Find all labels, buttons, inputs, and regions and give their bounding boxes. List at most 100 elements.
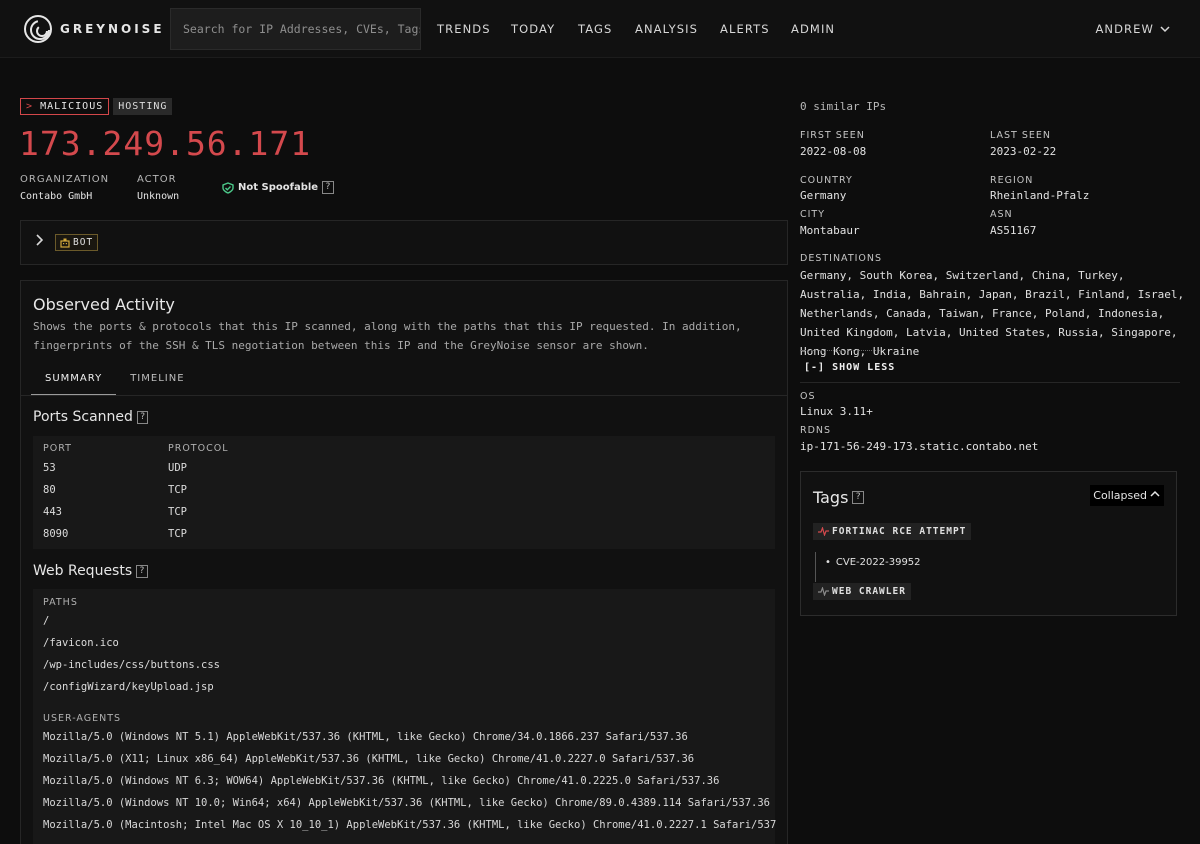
divider bbox=[800, 382, 1180, 383]
tag-fortinac-rce[interactable]: FORTINAC RCE ATTEMPT bbox=[813, 523, 972, 540]
user-agents-header: USER-AGENTS bbox=[43, 713, 122, 724]
path-item: /wp-includes/css/buttons.css bbox=[43, 659, 221, 671]
port-cell: 53 bbox=[43, 462, 56, 474]
greynoise-logo[interactable]: GREYNOISE bbox=[24, 12, 165, 46]
user-agent-item: Mozilla/5.0 (Windows NT 6.3; WOW64) Appl… bbox=[43, 775, 720, 787]
tags-title-label: Tags bbox=[813, 488, 849, 507]
brand-name: GREYNOISE bbox=[60, 22, 165, 36]
help-icon[interactable]: ? bbox=[136, 410, 149, 424]
user-agent-item: Mozilla/5.0 (Macintosh; Intel Mac OS X 1… bbox=[43, 819, 777, 831]
rdns-value: ip-171-56-249-173.static.contabo.net bbox=[800, 440, 1039, 453]
ports-table: PORT PROTOCOL 53 UDP 80 TCP 443 TCP 8090… bbox=[33, 436, 775, 549]
malicious-label: MALICIOUS bbox=[40, 101, 104, 112]
web-requests-label: Web Requests bbox=[33, 563, 133, 579]
nav-alerts[interactable]: ALERTS bbox=[720, 22, 770, 36]
asn-value: AS51167 bbox=[990, 224, 1037, 237]
nav-admin[interactable]: ADMIN bbox=[791, 22, 835, 36]
path-item: /favicon.ico bbox=[43, 637, 119, 649]
region-label: REGION bbox=[990, 175, 1034, 186]
greynoise-logo-icon bbox=[24, 15, 52, 43]
tags-panel: Tags ? Collapsed FORTINAC RCE ATTEMPT • … bbox=[800, 471, 1177, 616]
malicious-prefix: > bbox=[26, 101, 34, 112]
port-column-header: PORT bbox=[43, 443, 72, 454]
cve-item[interactable]: • CVE-2022-39952 bbox=[825, 557, 921, 568]
user-name: ANDREW bbox=[1095, 22, 1154, 36]
malicious-badge: > MALICIOUS bbox=[20, 98, 110, 115]
last-seen-label: LAST SEEN bbox=[990, 130, 1052, 141]
nav-trends[interactable]: TRENDS bbox=[437, 22, 491, 36]
protocol-cell: UDP bbox=[168, 462, 187, 474]
help-icon[interactable]: ? bbox=[852, 491, 864, 504]
search-box[interactable] bbox=[170, 8, 421, 50]
actor-value: Unknown bbox=[137, 191, 180, 202]
user-agent-item: Mozilla/5.0 (Windows NT 5.1) AppleWebKit… bbox=[43, 731, 688, 743]
pulse-icon bbox=[818, 527, 829, 536]
tab-summary[interactable]: SUMMARY bbox=[31, 367, 117, 396]
cve-connector bbox=[815, 552, 816, 582]
tags-title: Tags ? bbox=[813, 488, 864, 507]
show-less-button[interactable]: [-] SHOW LESS bbox=[804, 362, 895, 373]
chevron-right-icon[interactable] bbox=[35, 234, 44, 250]
nav-today[interactable]: TODAY bbox=[511, 22, 555, 36]
protocol-cell: TCP bbox=[168, 506, 187, 518]
ports-scanned-label: Ports Scanned bbox=[33, 409, 133, 425]
tag-label: WEB CRAWLER bbox=[832, 586, 906, 597]
first-seen-value: 2022-08-08 bbox=[800, 145, 867, 158]
classification-badges: > MALICIOUS HOSTING bbox=[20, 98, 173, 115]
country-label: COUNTRY bbox=[800, 175, 853, 186]
bot-label: BOT bbox=[73, 237, 94, 248]
asn-label: ASN bbox=[990, 209, 1013, 220]
divider bbox=[800, 350, 880, 351]
help-icon[interactable]: ? bbox=[322, 181, 334, 194]
tag-web-crawler[interactable]: WEB CRAWLER bbox=[813, 583, 911, 600]
tab-timeline[interactable]: TIMELINE bbox=[116, 367, 198, 396]
user-menu[interactable]: ANDREW bbox=[1095, 22, 1170, 36]
shield-check-icon bbox=[222, 181, 234, 194]
observed-activity-panel: Observed Activity Shows the ports & prot… bbox=[20, 280, 788, 844]
actor-label: ACTOR bbox=[137, 174, 177, 185]
chevron-up-icon bbox=[1150, 490, 1160, 497]
spoofable-status: Not Spoofable ? bbox=[222, 181, 334, 194]
ports-scanned-title: Ports Scanned ? bbox=[33, 409, 149, 425]
similar-ips: 0 similar IPs bbox=[800, 100, 887, 113]
org-value: Contabo GmbH bbox=[20, 191, 93, 202]
port-cell: 8090 bbox=[43, 528, 69, 540]
port-cell: 80 bbox=[43, 484, 56, 496]
nav-analysis[interactable]: ANALYSIS bbox=[635, 22, 698, 36]
city-label: CITY bbox=[800, 209, 826, 220]
observed-activity-description: Shows the ports & protocols that this IP… bbox=[33, 320, 742, 352]
paths-header: PATHS bbox=[43, 597, 78, 608]
port-cell: 443 bbox=[43, 506, 62, 518]
destinations-list: Germany, South Korea, Switzerland, China… bbox=[800, 269, 1185, 358]
path-item: /configWizard/keyUpload.jsp bbox=[43, 681, 214, 693]
search-input[interactable] bbox=[183, 22, 420, 36]
destinations-label: DESTINATIONS bbox=[800, 253, 883, 264]
top-navbar: GREYNOISE TRENDS TODAY TAGS ANALYSIS ALE… bbox=[0, 0, 1200, 58]
hosting-badge: HOSTING bbox=[113, 98, 173, 115]
protocol-column-header: PROTOCOL bbox=[168, 443, 229, 454]
org-label: ORGANIZATION bbox=[20, 174, 110, 185]
os-label: OS bbox=[800, 391, 816, 402]
activity-tabs: SUMMARY TIMELINE bbox=[31, 367, 199, 396]
help-icon[interactable]: ? bbox=[136, 564, 148, 578]
protocol-cell: TCP bbox=[168, 484, 187, 496]
collapse-toggle[interactable]: Collapsed bbox=[1090, 485, 1164, 506]
protocol-cell: TCP bbox=[168, 528, 187, 540]
user-agent-item: Mozilla/5.0 (X11; Linux x86_64) AppleWeb… bbox=[43, 753, 695, 765]
bot-panel[interactable]: BOT bbox=[20, 220, 788, 265]
chevron-down-icon bbox=[1160, 25, 1170, 32]
path-item: / bbox=[43, 615, 50, 627]
nav-tags[interactable]: TAGS bbox=[578, 22, 612, 36]
pulse-icon bbox=[818, 587, 829, 596]
observed-activity-title: Observed Activity bbox=[33, 295, 175, 314]
region-value: Rheinland-Pfalz bbox=[990, 189, 1090, 202]
web-requests-title: Web Requests ? bbox=[33, 563, 148, 579]
collapse-label: Collapsed bbox=[1093, 489, 1147, 502]
tag-label: FORTINAC RCE ATTEMPT bbox=[832, 526, 967, 537]
robot-icon bbox=[60, 238, 70, 248]
web-requests-table: PATHS / /favicon.ico /wp-includes/css/bu… bbox=[33, 589, 777, 844]
bullet-icon: • bbox=[825, 557, 831, 568]
user-agent-item: Mozilla/5.0 (Windows NT 10.0; Win64; x64… bbox=[43, 797, 770, 809]
first-seen-label: FIRST SEEN bbox=[800, 130, 865, 141]
cve-label: CVE-2022-39952 bbox=[835, 557, 921, 568]
